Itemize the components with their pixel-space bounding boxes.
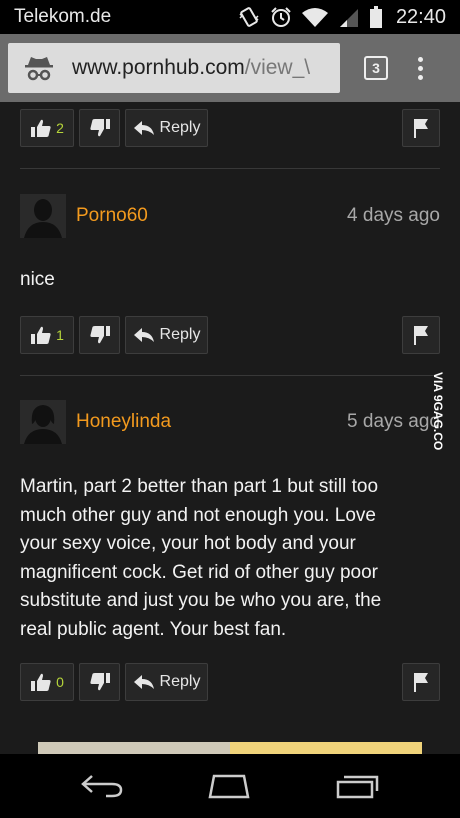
default-avatar-icon [20, 194, 66, 238]
username-link[interactable]: Honeylinda [76, 411, 171, 433]
menu-dot [418, 56, 423, 62]
comment-body: nice [20, 269, 55, 290]
watermark: VIA 9GAG.COM [431, 372, 445, 450]
ad-image [230, 742, 422, 754]
like-count: 2 [56, 120, 64, 136]
dislike-button[interactable] [79, 663, 120, 701]
watermark-text: VIA 9GAG.COM [431, 372, 445, 450]
flag-button[interactable] [402, 316, 440, 354]
dislike-button[interactable] [79, 109, 120, 147]
menu-dot [418, 74, 423, 80]
comment-time: 4 days ago [347, 205, 440, 226]
comments-section: 2 Reply Porno60 4 days ago nice 1 Reply … [0, 102, 460, 754]
like-button[interactable]: 2 [20, 109, 74, 147]
comment-body-line: real public agent. Your best fan. [20, 618, 287, 640]
flag-button[interactable] [402, 663, 440, 701]
reply-arrow-icon [133, 328, 154, 342]
comment-body-line: Martin, part 2 better than part 1 but st… [20, 476, 379, 497]
thumbs-down-icon [89, 119, 110, 137]
comment-body-line: magnificent cock. Get rid of other guy p… [20, 561, 379, 583]
android-nav-bar [0, 754, 460, 818]
comment-time: 5 days ago [347, 411, 440, 432]
vibrate-icon [239, 7, 259, 27]
comment-header: Porno60 4 days ago [20, 194, 440, 238]
home-icon[interactable] [204, 773, 254, 799]
like-count: 1 [56, 327, 64, 343]
comment-body-line: substitute and just you be who you are, … [20, 590, 382, 611]
like-button[interactable]: 0 [20, 663, 74, 701]
thumbs-up-icon [31, 119, 51, 137]
reply-label: Reply [159, 119, 201, 136]
divider [20, 375, 440, 376]
thumbs-up-icon [31, 673, 51, 691]
browser-toolbar: www.pornhub.com/view_\ 3 [0, 34, 460, 102]
flag-icon [414, 673, 428, 692]
incognito-icon [25, 57, 53, 81]
tab-switcher-button[interactable]: 3 [364, 56, 388, 80]
reply-label: Reply [159, 326, 201, 343]
back-icon[interactable] [80, 773, 124, 799]
like-count: 0 [56, 674, 64, 690]
overflow-menu-button[interactable] [418, 56, 423, 80]
signal-icon [339, 9, 358, 27]
reply-button[interactable]: Reply [125, 109, 208, 147]
ad-image [38, 742, 230, 754]
wifi-icon [301, 8, 328, 27]
flag-icon [414, 119, 428, 138]
reply-button[interactable]: Reply [125, 663, 208, 701]
comment-body-line: much other guy and not enough you. Love [20, 504, 376, 526]
battery-icon [369, 6, 382, 28]
divider [20, 168, 440, 169]
comment-actions: 0 Reply [20, 663, 440, 701]
reply-arrow-icon [133, 121, 154, 135]
like-button[interactable]: 1 [20, 316, 74, 354]
recent-apps-icon[interactable] [334, 773, 380, 799]
thumbs-down-icon [89, 326, 110, 344]
dislike-button[interactable] [79, 316, 120, 354]
comment-actions: 1 Reply [20, 316, 440, 354]
url-path: /view_\ [244, 56, 311, 79]
status-icons: 22:40 [238, 6, 446, 29]
thumbs-down-icon [89, 673, 110, 691]
username-link[interactable]: Porno60 [76, 205, 148, 227]
avatar [20, 400, 66, 444]
alarm-icon [271, 7, 291, 27]
reply-arrow-icon [133, 675, 154, 689]
url-text: www.pornhub.com/view_\ [72, 56, 310, 80]
url-bar[interactable]: www.pornhub.com/view_\ [8, 43, 340, 93]
clock: 22:40 [395, 5, 446, 28]
status-bar: Telekom.de 22:40 [0, 0, 460, 34]
url-domain: www.pornhub.com [72, 56, 245, 79]
comment-actions: 2 Reply [20, 109, 440, 147]
comment-body: Martin, part 2 better than part 1 but st… [20, 473, 440, 644]
flag-icon [414, 326, 428, 345]
menu-dot [418, 65, 423, 71]
reply-button[interactable]: Reply [125, 316, 208, 354]
comment-header: Honeylinda 5 days ago [20, 400, 440, 444]
thumbs-up-icon [31, 326, 51, 344]
comment-body-line: your sexy voice, your hot body and your [20, 533, 356, 554]
ad-banner[interactable] [38, 742, 422, 754]
avatar [20, 194, 66, 238]
default-avatar-female-icon [20, 400, 66, 444]
flag-button[interactable] [402, 109, 440, 147]
carrier-name: Telekom.de [14, 6, 112, 27]
reply-label: Reply [159, 673, 201, 690]
